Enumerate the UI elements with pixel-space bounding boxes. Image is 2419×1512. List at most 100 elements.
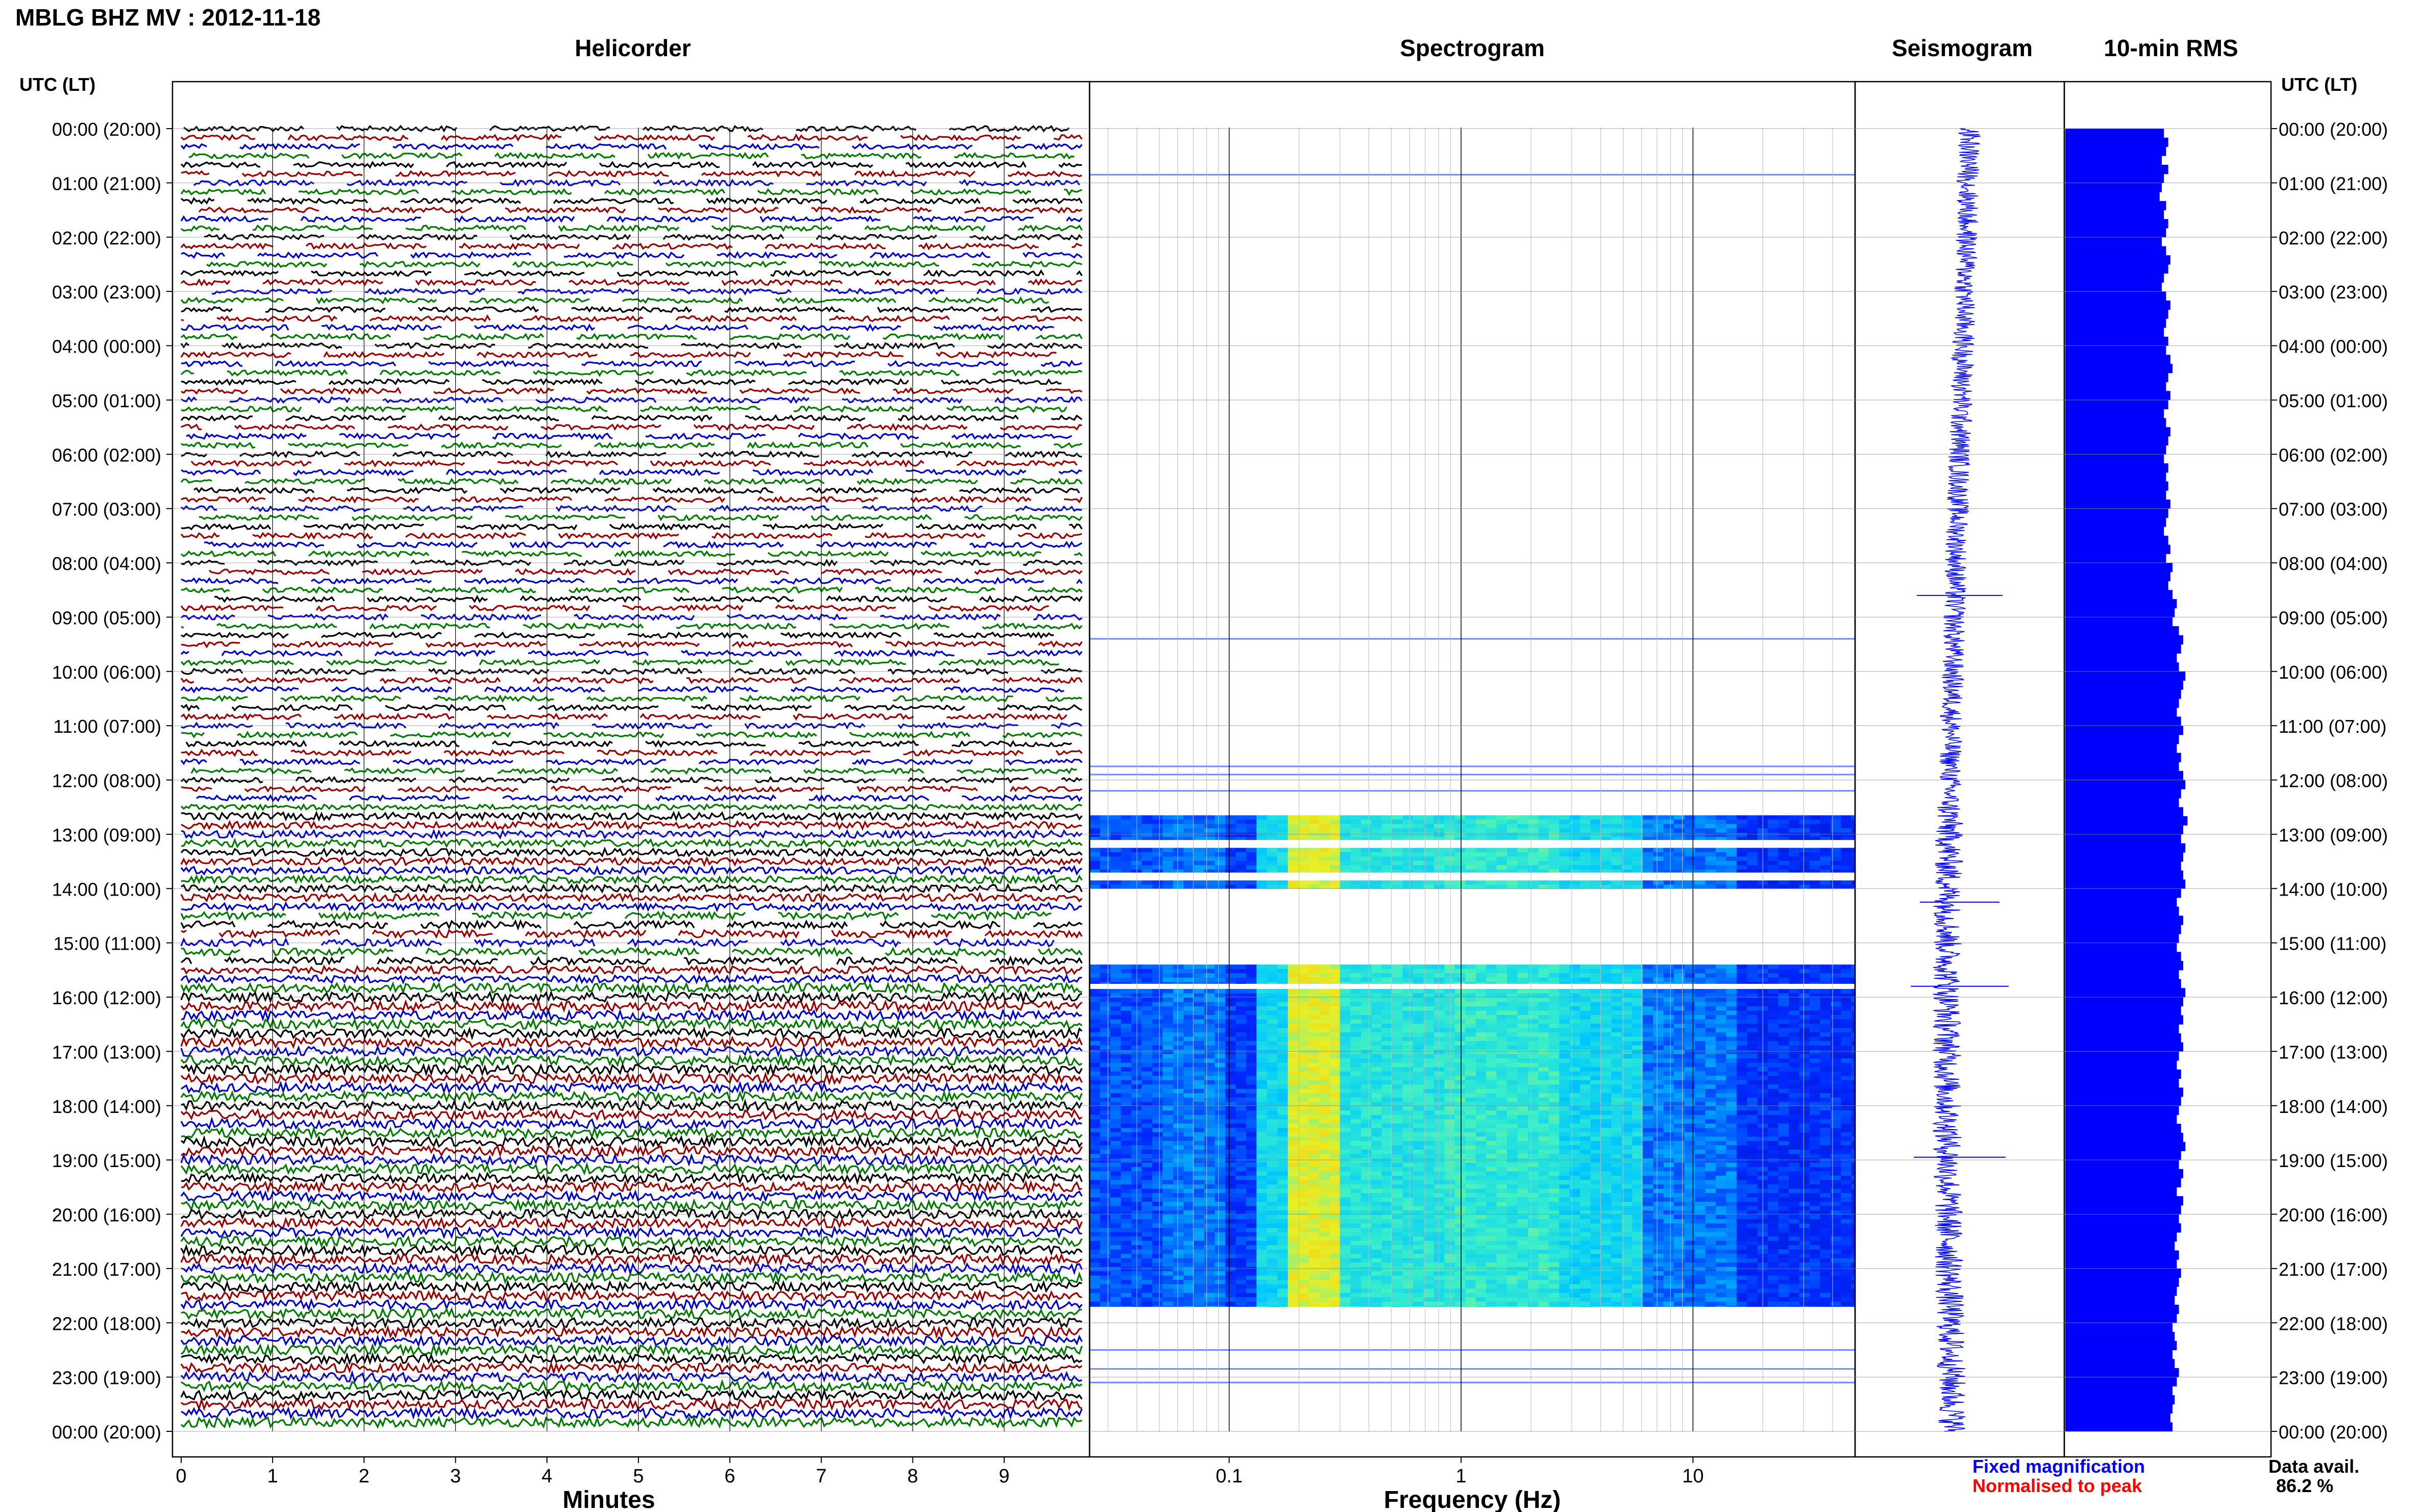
spectrogram-cell: [1590, 1054, 1601, 1059]
spectrogram-cell: [1444, 1114, 1455, 1120]
spectrogram-cell: [1194, 1054, 1205, 1059]
spectrogram-cell: [1527, 1045, 1539, 1050]
spectrogram-cell: [1142, 1175, 1153, 1181]
spectrogram-cell: [1841, 969, 1852, 974]
spectrogram-cell: [1736, 1158, 1747, 1163]
spectrogram-cell: [1674, 1128, 1685, 1133]
spectrogram-cell: [1705, 1062, 1716, 1068]
spectrogram-cell: [1736, 1119, 1747, 1124]
spectrogram-cell: [1726, 820, 1737, 825]
spectrogram-cell: [1590, 1119, 1601, 1124]
spectrogram-cell: [1559, 1010, 1570, 1015]
spectrogram-cell: [1768, 1088, 1779, 1094]
spectrogram-cell: [1486, 820, 1497, 825]
spectrogram-cell: [1663, 1067, 1674, 1072]
spectrogram-cell: [1841, 820, 1852, 825]
spectrogram-cell: [1580, 1080, 1591, 1085]
spectrogram-cell: [1246, 1071, 1257, 1076]
spectrogram-cell: [1100, 865, 1111, 870]
spectrogram-cell: [1820, 1050, 1831, 1055]
spectrogram-cell: [1381, 848, 1393, 853]
spectrogram-cell: [1173, 832, 1184, 837]
spectrogram-cell: [1267, 1058, 1278, 1063]
helicorder-trace: [180, 865, 1082, 876]
spectrogram-cell: [1820, 820, 1831, 825]
spectrogram-cell: [1548, 1162, 1560, 1168]
spectrogram-cell: [1225, 989, 1236, 994]
spectrogram-cell: [1298, 1076, 1310, 1081]
spectrogram-cell: [1684, 1076, 1695, 1081]
spectrogram-cell: [1142, 1141, 1153, 1146]
spectrogram-cell: [1715, 1006, 1726, 1011]
spectrogram-cell: [1517, 1128, 1528, 1133]
spectrogram-cell: [1434, 820, 1445, 825]
spectrogram-cell: [1381, 1158, 1393, 1163]
spectrogram-cell: [1611, 1097, 1622, 1102]
spectrogram-cell: [1715, 1141, 1726, 1146]
spectrogram-cell: [1288, 1045, 1299, 1050]
spectrogram-cell: [1110, 852, 1121, 857]
spectrogram-cell: [1298, 1162, 1310, 1168]
spectrogram-cell: [1183, 1114, 1195, 1120]
spectrogram-cell: [1121, 1141, 1132, 1146]
spectrogram-cell: [1653, 870, 1664, 873]
spectrogram-cell: [1236, 1088, 1247, 1094]
spectrogram-cell: [1486, 1080, 1497, 1085]
spectrogram-cell: [1694, 1024, 1706, 1029]
spectrogram-cell: [1204, 982, 1215, 984]
helicorder-trace: [181, 1325, 1082, 1339]
spectrogram-cell: [1726, 1097, 1737, 1102]
spectrogram-cell: [1246, 1024, 1257, 1029]
spectrogram-cell: [1434, 1110, 1445, 1116]
spectrogram-cell: [1789, 1119, 1800, 1124]
spectrogram-cell: [1694, 852, 1706, 857]
spectrogram-cell: [1475, 1145, 1487, 1150]
spectrogram-cell: [1538, 820, 1549, 825]
spectrogram-cell: [1288, 860, 1299, 866]
spectrogram-cell: [1841, 860, 1852, 866]
spectrogram-cell: [1288, 1141, 1299, 1146]
spectrogram-cell: [1809, 1062, 1820, 1068]
spectrogram-cell: [1663, 1154, 1674, 1159]
spectrogram-cell: [1590, 852, 1601, 857]
spectrogram-cell: [1434, 1128, 1445, 1133]
spectrogram-cell: [1674, 856, 1685, 861]
spectrogram-cell: [1454, 1093, 1466, 1098]
spectrogram-cell: [1277, 973, 1289, 978]
spectrogram-cell: [1215, 1062, 1226, 1068]
spectrogram-cell: [1747, 1067, 1758, 1072]
spectrogram-cell: [1465, 1028, 1476, 1033]
spectrogram-cell: [1590, 1154, 1601, 1159]
spectrogram-cell: [1496, 820, 1508, 825]
spectrogram-cell: [1726, 1032, 1737, 1037]
spectrogram-cell: [1413, 1154, 1424, 1159]
spectrogram-cell: [1663, 1119, 1674, 1124]
spectrogram-cell: [1444, 1167, 1455, 1172]
spectrogram-cell: [1611, 982, 1622, 984]
spectrogram-cell: [1183, 1136, 1195, 1142]
spectrogram-cell: [1569, 1162, 1581, 1168]
spectrogram-cell: [1768, 982, 1779, 984]
spectrogram-cell: [1444, 1158, 1455, 1163]
spectrogram-cell: [1350, 1076, 1362, 1081]
spectrogram-cell: [1142, 1180, 1153, 1185]
spectrogram-cell: [1100, 1188, 1111, 1194]
spectrogram-cell: [1444, 989, 1455, 994]
spectrogram-cell: [1538, 969, 1549, 974]
spectrogram-cell: [1413, 1136, 1424, 1142]
time-axis-label-left: UTC (LT): [19, 74, 95, 95]
spectrogram-cell: [1246, 1067, 1257, 1072]
spectrogram-cell: [1465, 1062, 1476, 1068]
spectrogram-cell: [1142, 1110, 1153, 1116]
spectrogram-cell: [1277, 969, 1289, 974]
spectrogram-cell: [1789, 1071, 1800, 1076]
spectrogram-cell: [1653, 1015, 1664, 1020]
spectrogram-cell: [1329, 1080, 1341, 1085]
spectrogram-cell: [1830, 1024, 1841, 1029]
spectrogram-cell: [1726, 998, 1737, 1003]
spectrogram-cell: [1434, 1036, 1445, 1042]
spectrogram-cell: [1110, 870, 1121, 873]
spectrogram-cell: [1090, 832, 1101, 837]
spectrogram-cell: [1267, 860, 1278, 866]
spectrogram-cell: [1173, 884, 1184, 889]
